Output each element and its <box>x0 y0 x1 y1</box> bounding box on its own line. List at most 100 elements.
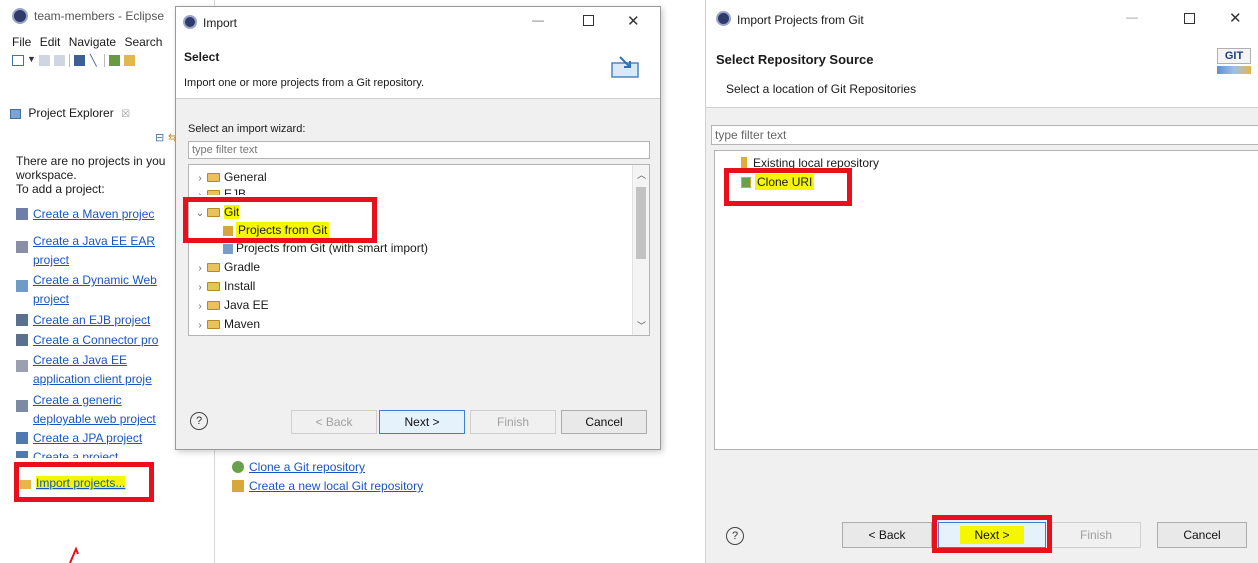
create-ejb-project-link[interactable]: Create an EJB project <box>16 313 150 327</box>
help-icon[interactable]: ? <box>190 412 208 430</box>
generic-web-icon <box>16 400 28 412</box>
eclipse-menu-bar: File Edit Navigate Search <box>12 35 162 51</box>
menu-file[interactable]: File <box>12 35 31 49</box>
chevron-right-icon[interactable]: › <box>193 260 207 278</box>
cursor-arrow-fragment <box>69 546 79 563</box>
next-button[interactable]: Next > <box>938 522 1046 548</box>
toolbar-separator-2 <box>104 54 105 67</box>
collapse-all-icon[interactable]: ⊟ <box>155 131 164 144</box>
clone-git-repo-link[interactable]: Clone a Git repository <box>232 460 423 474</box>
create-java-ee-ear-project-link[interactable]: Create a Java EE EAR project <box>16 234 155 267</box>
save-all-icon[interactable] <box>54 55 65 66</box>
tree-item-maven[interactable]: › Maven <box>193 315 260 333</box>
close-icon[interactable]: ✕ <box>1229 9 1242 27</box>
create-generic-project-link[interactable]: Create a project... <box>16 450 128 458</box>
create-jpa-project-link[interactable]: Create a JPA project <box>16 431 142 445</box>
new-repo-icon <box>232 480 244 492</box>
close-icon[interactable]: ✕ <box>627 12 640 30</box>
tree-item-projects-from-git-smart[interactable]: Projects from Git (with smart import) <box>223 239 428 257</box>
git-dialog: Import Projects from Git — ✕ Select Repo… <box>705 0 1258 563</box>
chevron-right-icon[interactable]: › <box>193 279 207 297</box>
repository-icon <box>741 157 747 169</box>
git-app-icon <box>716 11 731 26</box>
folder-icon <box>207 301 220 310</box>
tree-item-projects-from-git[interactable]: Projects from Git <box>223 221 330 239</box>
create-app-client-project-link[interactable]: Create a Java EE application client proj… <box>16 353 152 386</box>
close-tab-icon[interactable]: ☒ <box>121 109 130 120</box>
create-maven-project-link[interactable]: Create a Maven projec <box>16 207 154 221</box>
ear-icon <box>16 241 28 253</box>
chevron-down-icon[interactable]: ⌄ <box>193 205 207 223</box>
chevron-right-icon[interactable]: › <box>193 298 207 316</box>
project-explorer-title: Project Explorer <box>28 106 114 120</box>
save-icon[interactable] <box>39 55 50 66</box>
next-button[interactable]: Next > <box>379 410 465 434</box>
menu-navigate[interactable]: Navigate <box>69 35 116 49</box>
git-project-icon <box>223 226 233 236</box>
menu-search[interactable]: Search <box>124 35 162 49</box>
create-dynamic-web-project-link[interactable]: Create a Dynamic Web project <box>16 273 157 306</box>
create-local-git-repo-link[interactable]: Create a new local Git repository <box>232 479 423 493</box>
explorer-empty-message: There are no projects in you workspace. … <box>16 154 166 196</box>
maximize-icon[interactable] <box>583 15 594 26</box>
scroll-thumb[interactable] <box>636 187 646 259</box>
scroll-up-icon[interactable]: ︿ <box>637 168 646 181</box>
finish-button[interactable]: Finish <box>470 410 556 434</box>
tree-scrollbar[interactable]: ︿ ﹀ <box>632 165 649 335</box>
terminal-icon[interactable] <box>74 55 85 66</box>
repository-source-list: Existing local repository Clone URI <box>714 150 1258 450</box>
create-generic-web-project-link[interactable]: Create a generic deployable web project <box>16 393 156 426</box>
folder-open-icon <box>207 208 220 217</box>
tree-item-install[interactable]: › Install <box>193 277 255 295</box>
tree-item-ejb[interactable]: ›EJB <box>193 185 246 195</box>
eclipse-title: team-members - Eclipse <box>34 9 165 23</box>
app-client-icon <box>16 360 28 372</box>
create-connector-project-link[interactable]: Create a Connector pro <box>16 333 158 347</box>
import-description: Import one or more projects from a Git r… <box>184 77 425 89</box>
toolbar-separator <box>69 54 70 67</box>
option-clone-uri[interactable]: Clone URI <box>741 174 815 190</box>
run-icon[interactable] <box>124 55 135 66</box>
git-dialog-title: Import Projects from Git <box>737 13 864 27</box>
import-title: Import <box>203 16 238 30</box>
dropdown-icon[interactable]: ▼ <box>27 54 36 64</box>
import-dialog: Import — ✕ Select Import one or more pro… <box>175 6 661 450</box>
connector-icon <box>16 334 28 346</box>
wizard-filter-input[interactable]: type filter text <box>188 141 650 159</box>
wizard-tree: ›General ›EJB ⌄Git Projects from Git Pro… <box>188 164 650 336</box>
tree-item-git[interactable]: ⌄ Git <box>193 203 240 223</box>
wand-icon[interactable]: ╲ <box>90 54 97 67</box>
debug-icon[interactable] <box>109 55 120 66</box>
maximize-icon[interactable] <box>1184 13 1195 24</box>
import-wizard-icon <box>611 56 639 78</box>
option-existing-local-repository[interactable]: Existing local repository <box>741 156 879 170</box>
finish-button[interactable]: Finish <box>1051 522 1141 548</box>
back-button[interactable]: < Back <box>291 410 377 434</box>
clone-icon <box>232 461 244 473</box>
import-projects-link[interactable]: Import projects... <box>20 476 126 490</box>
import-app-icon <box>183 15 197 29</box>
import-title-bar: Import — ✕ <box>176 7 660 37</box>
import-header: Select Import one or more projects from … <box>176 37 660 99</box>
scroll-down-icon[interactable]: ﹀ <box>637 319 646 332</box>
new-icon[interactable] <box>12 55 24 66</box>
minimize-icon[interactable]: — <box>1126 10 1138 24</box>
minimize-icon[interactable]: — <box>532 13 544 27</box>
cancel-button[interactable]: Cancel <box>1157 522 1247 548</box>
eclipse-toolbar: ▼ ╲ <box>12 54 174 68</box>
help-icon[interactable]: ? <box>726 527 744 545</box>
import-icon <box>20 480 31 489</box>
menu-edit[interactable]: Edit <box>40 35 61 49</box>
folder-icon <box>207 282 220 291</box>
chevron-right-icon[interactable]: › <box>193 187 207 195</box>
folder-icon <box>207 320 220 329</box>
chevron-right-icon[interactable]: › <box>193 317 207 335</box>
git-header: Select Repository Source Select a locati… <box>706 38 1258 108</box>
back-button[interactable]: < Back <box>842 522 932 548</box>
cancel-button[interactable]: Cancel <box>561 410 647 434</box>
tree-item-java-ee[interactable]: › Java EE <box>193 296 268 316</box>
git-filter-input[interactable]: type filter text <box>711 125 1258 145</box>
project-icon <box>16 451 28 458</box>
tree-item-general[interactable]: › General <box>193 168 266 186</box>
tree-item-gradle[interactable]: › Gradle <box>193 258 260 276</box>
